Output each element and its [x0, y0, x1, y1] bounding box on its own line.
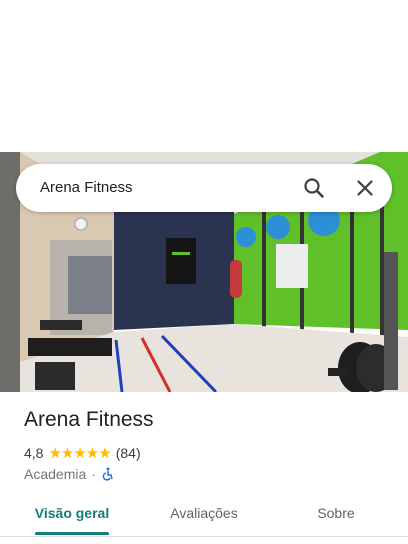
category-label: Academia	[24, 466, 87, 482]
category-row: Academia ·	[24, 465, 115, 483]
separator-dot: ·	[91, 466, 96, 482]
search-bar[interactable]	[16, 164, 392, 212]
tab-reviews[interactable]: Avaliações	[154, 494, 254, 534]
place-title: Arena Fitness	[24, 408, 154, 431]
rating-value: 4,8	[24, 445, 44, 461]
close-icon[interactable]	[353, 176, 377, 200]
tab-bar: Visão geral Avaliações Sobre	[0, 494, 408, 536]
top-blank-area	[0, 0, 408, 152]
star-rating-icon: ★★★★★	[48, 445, 111, 462]
search-input[interactable]	[40, 164, 290, 212]
tab-overview[interactable]: Visão geral	[24, 494, 120, 534]
tab-about[interactable]: Sobre	[298, 494, 374, 534]
search-icon[interactable]	[302, 176, 326, 200]
active-tab-indicator	[35, 532, 109, 535]
tabs-divider	[0, 536, 408, 537]
wheelchair-accessible-icon	[101, 467, 115, 481]
rating-row[interactable]: 4,8 ★★★★★ (84)	[24, 444, 141, 462]
review-count[interactable]: (84)	[116, 445, 141, 461]
